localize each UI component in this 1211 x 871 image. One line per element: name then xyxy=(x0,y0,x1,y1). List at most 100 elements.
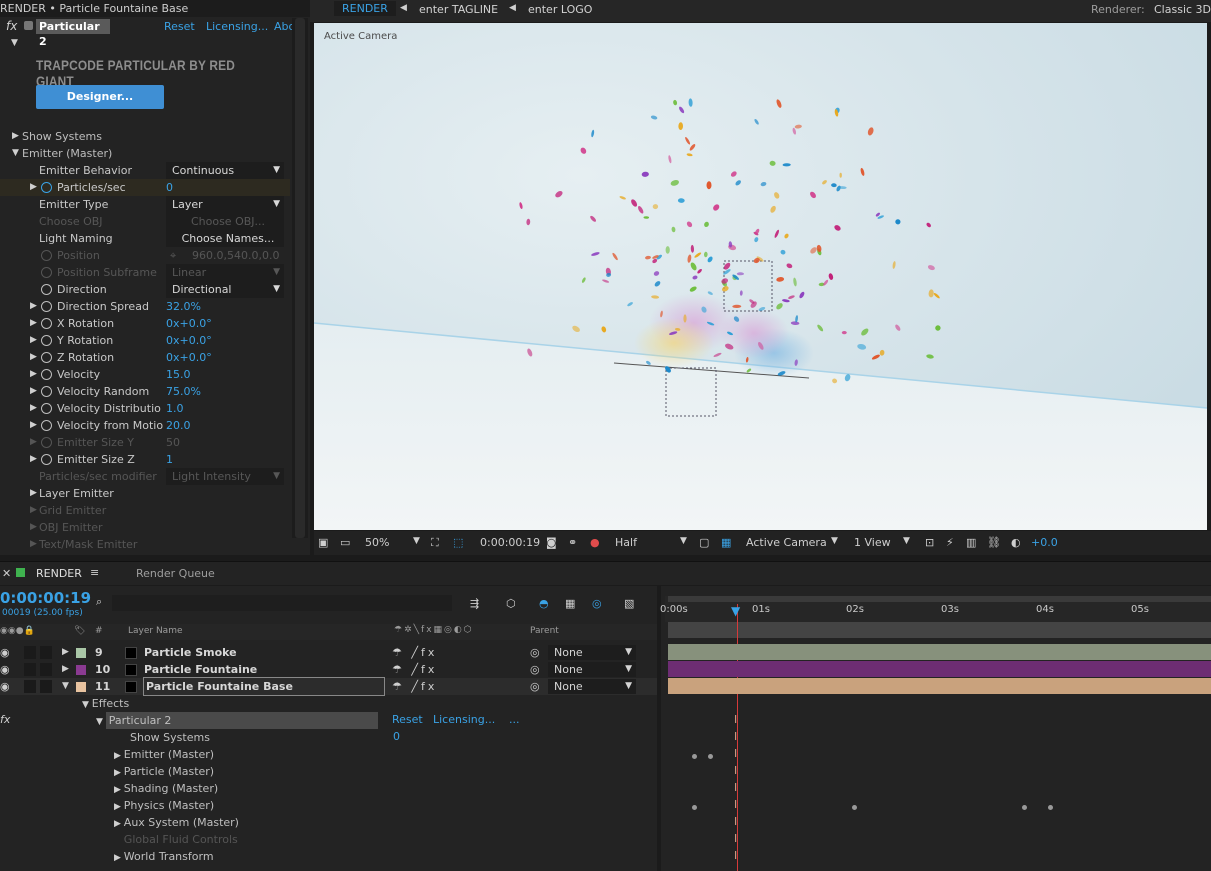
time-ruler[interactable] xyxy=(665,596,1211,622)
property-velocity-from-motion[interactable]: ▶ Velocity from Motio 20.0 xyxy=(0,417,290,434)
expand-triangle-icon[interactable]: ▶ xyxy=(30,349,37,366)
reset-link[interactable]: Reset xyxy=(164,20,195,33)
effect-row-particular[interactable]: ▼ Particular 2 xyxy=(96,712,388,729)
close-icon[interactable]: ✕ xyxy=(2,567,11,580)
parent-dropdown[interactable]: None ▼ xyxy=(548,679,636,694)
stopwatch-icon[interactable] xyxy=(41,386,52,397)
chevron-down-icon[interactable]: ▼ xyxy=(903,536,910,546)
property-value[interactable]: 1 xyxy=(166,451,173,468)
expand-triangle-icon[interactable]: ▶ xyxy=(30,417,37,434)
keyframe-dot[interactable] xyxy=(692,805,697,810)
layer-row[interactable]: ◉ ▶ 9 Particle Smoke ☂ ╱fx ◎ None ▼ xyxy=(0,644,657,661)
show-systems-row[interactable]: Show Systems xyxy=(130,729,210,746)
group-layer-emitter[interactable]: ▶ Layer Emitter xyxy=(0,485,290,502)
effect-group-row[interactable]: ▶ Aux System (Master) xyxy=(114,814,239,831)
collapse-triangle-icon[interactable]: ▼ xyxy=(12,145,19,162)
expand-triangle-icon[interactable]: ▶ xyxy=(30,315,37,332)
keyframe-marker-icon[interactable]: I xyxy=(734,849,737,862)
flowchart-icon[interactable]: ⛓ xyxy=(987,536,1001,549)
eye-icon[interactable]: ◉ xyxy=(0,644,10,661)
search-input[interactable] xyxy=(112,595,452,611)
stopwatch-icon[interactable] xyxy=(41,454,52,465)
effect-reset-link[interactable]: Reset xyxy=(392,713,423,726)
expand-triangle-icon[interactable]: ▶ xyxy=(62,644,69,661)
property-particles-sec[interactable]: ▶ Particles/sec 0 xyxy=(0,179,290,196)
draft-3d-icon[interactable]: ⬡ xyxy=(506,597,516,610)
effect-group-row[interactable]: ▶ World Transform xyxy=(114,848,214,865)
effect-toggle-icon[interactable] xyxy=(24,21,33,30)
menu-icon[interactable]: ≡ xyxy=(90,566,99,579)
frame-icon[interactable]: ⛶ xyxy=(431,536,439,550)
property-x-rotation[interactable]: ▶ X Rotation 0x+0.0° xyxy=(0,315,290,332)
region-icon[interactable]: ▣ xyxy=(318,536,328,549)
keyframe-marker-icon[interactable]: I xyxy=(734,730,737,743)
layer-duration-bar[interactable] xyxy=(668,644,1211,660)
work-area-bar[interactable] xyxy=(668,596,1211,602)
keyframe-marker-icon[interactable]: I xyxy=(734,781,737,794)
property-emitter-type[interactable]: Emitter Type Layer ▼ xyxy=(0,196,290,213)
property-direction[interactable]: Direction Directional ▼ xyxy=(0,281,290,298)
expand-triangle-icon[interactable]: ▶ xyxy=(114,785,124,795)
renderer-value[interactable]: Classic 3D xyxy=(1154,3,1211,16)
motion-blur-icon[interactable]: ◎ xyxy=(592,597,602,610)
show-snapshot-icon[interactable]: ⚭ xyxy=(568,536,577,549)
stopwatch-icon[interactable] xyxy=(41,182,52,193)
property-emitter-master[interactable]: ▼ Emitter (Master) xyxy=(0,145,290,162)
stopwatch-icon[interactable] xyxy=(41,301,52,312)
expand-triangle-icon[interactable]: ▶ xyxy=(114,802,124,812)
property-velocity-random[interactable]: ▶ Velocity Random 75.0% xyxy=(0,383,290,400)
property-value[interactable]: 0 xyxy=(166,179,173,196)
layer-switches-icon[interactable]: ☂ ╱fx xyxy=(392,661,437,678)
direction-dropdown[interactable]: Directional ▼ xyxy=(166,281,284,298)
property-z-rotation[interactable]: ▶ Z Rotation 0x+0.0° xyxy=(0,349,290,366)
collapse-triangle-icon[interactable]: ▼ xyxy=(11,38,18,48)
expand-triangle-icon[interactable]: ▶ xyxy=(30,332,37,349)
effect-licensing-link[interactable]: Licensing... xyxy=(433,713,495,726)
stopwatch-icon[interactable] xyxy=(41,284,52,295)
property-emitter-behavior[interactable]: Emitter Behavior Continuous ▼ xyxy=(0,162,290,179)
collapse-triangle-icon[interactable]: ▼ xyxy=(62,678,69,695)
property-value[interactable]: 0x+0.0° xyxy=(166,315,212,332)
stopwatch-icon[interactable] xyxy=(41,420,52,431)
layer-duration-bar[interactable] xyxy=(668,678,1211,694)
property-y-rotation[interactable]: ▶ Y Rotation 0x+0.0° xyxy=(0,332,290,349)
layer-duration-bar[interactable] xyxy=(668,661,1211,677)
effect-group-row[interactable]: ▶ Emitter (Master) xyxy=(114,746,214,763)
stopwatch-icon[interactable] xyxy=(41,318,52,329)
timeline-icon[interactable]: ▥ xyxy=(966,536,976,549)
stopwatch-icon[interactable] xyxy=(41,352,52,363)
scrollbar-thumb[interactable] xyxy=(295,18,305,538)
exposure-icon[interactable]: ◐ xyxy=(1011,536,1021,549)
pickwhip-icon[interactable]: ◎ xyxy=(530,678,540,695)
choose-names-button[interactable]: Choose Names... xyxy=(166,230,284,247)
playhead-icon[interactable]: ▼ xyxy=(731,604,740,618)
keyframe-marker-icon[interactable]: I xyxy=(734,832,737,845)
av-features-icon[interactable]: ◉◉●🔒 xyxy=(0,626,35,636)
property-value[interactable]: 20.0 xyxy=(166,417,191,434)
chevron-down-icon[interactable]: ▼ xyxy=(831,536,838,546)
tab-render-queue[interactable]: Render Queue xyxy=(136,567,215,580)
region-of-interest-icon[interactable]: ▢ xyxy=(699,536,709,549)
property-show-systems[interactable]: ▶ Show Systems xyxy=(0,128,290,145)
property-value[interactable]: 75.0% xyxy=(166,383,201,400)
expand-triangle-icon[interactable]: ▶ xyxy=(62,661,69,678)
nav-bar[interactable] xyxy=(668,622,1211,638)
emitter-type-dropdown[interactable]: Layer ▼ xyxy=(166,196,284,213)
emitter-behavior-dropdown[interactable]: Continuous ▼ xyxy=(166,162,284,179)
expand-triangle-icon[interactable]: ▶ xyxy=(114,853,124,863)
frame-blending-icon[interactable]: ▦ xyxy=(565,597,575,610)
view-layout-dropdown[interactable]: 1 View xyxy=(854,536,891,549)
parent-dropdown[interactable]: None ▼ xyxy=(548,645,636,660)
keyframe-marker-icon[interactable]: I xyxy=(734,713,737,726)
property-light-naming[interactable]: Light Naming Choose Names... xyxy=(0,230,290,247)
chevron-down-icon[interactable]: ▼ xyxy=(680,536,687,546)
property-value[interactable]: 0x+0.0° xyxy=(166,349,212,366)
keyframe-dot[interactable] xyxy=(1022,805,1027,810)
property-value[interactable]: 0x+0.0° xyxy=(166,332,212,349)
audio-toggle[interactable] xyxy=(24,663,36,676)
property-value[interactable]: 32.0% xyxy=(166,298,201,315)
expand-triangle-icon[interactable]: ▶ xyxy=(114,751,124,761)
keyframe-dot[interactable] xyxy=(708,754,713,759)
exposure-value[interactable]: +0.0 xyxy=(1031,536,1058,549)
effect-name[interactable]: Particular 2 xyxy=(105,712,378,729)
